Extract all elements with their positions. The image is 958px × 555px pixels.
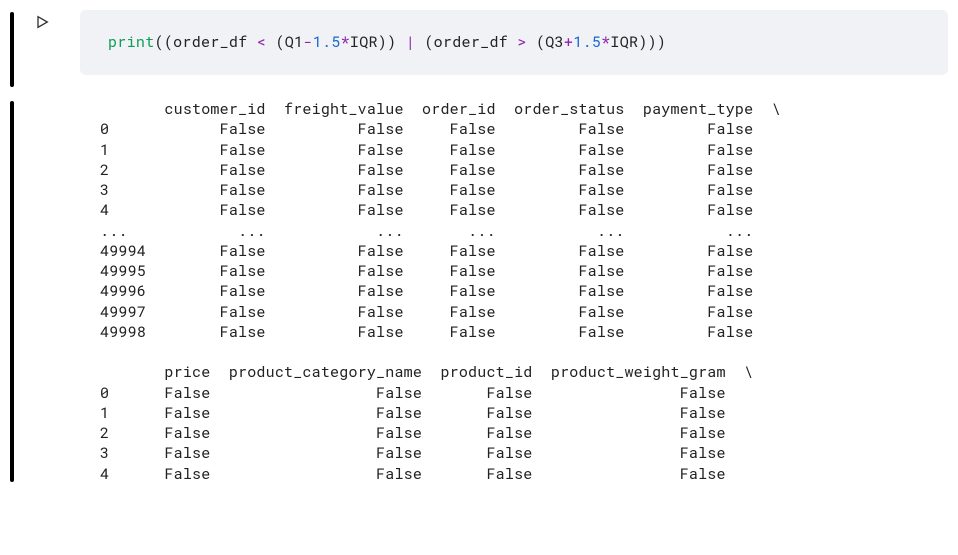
output-text: customer_id freight_value order_id order… — [100, 99, 781, 484]
play-icon — [34, 14, 50, 30]
cell-collapse-bar[interactable] — [10, 12, 14, 87]
code-input[interactable]: print((order_df < (Q1-1.5*IQR)) | (order… — [80, 10, 948, 75]
output-cell: customer_id freight_value order_id order… — [10, 99, 958, 484]
code-line: print((order_df < (Q1-1.5*IQR)) | (order… — [108, 32, 666, 52]
run-cell-button[interactable] — [34, 14, 50, 34]
output-gutter — [34, 99, 100, 484]
output-collapse-bar[interactable] — [10, 101, 14, 482]
code-cell: print((order_df < (Q1-1.5*IQR)) | (order… — [10, 10, 958, 87]
